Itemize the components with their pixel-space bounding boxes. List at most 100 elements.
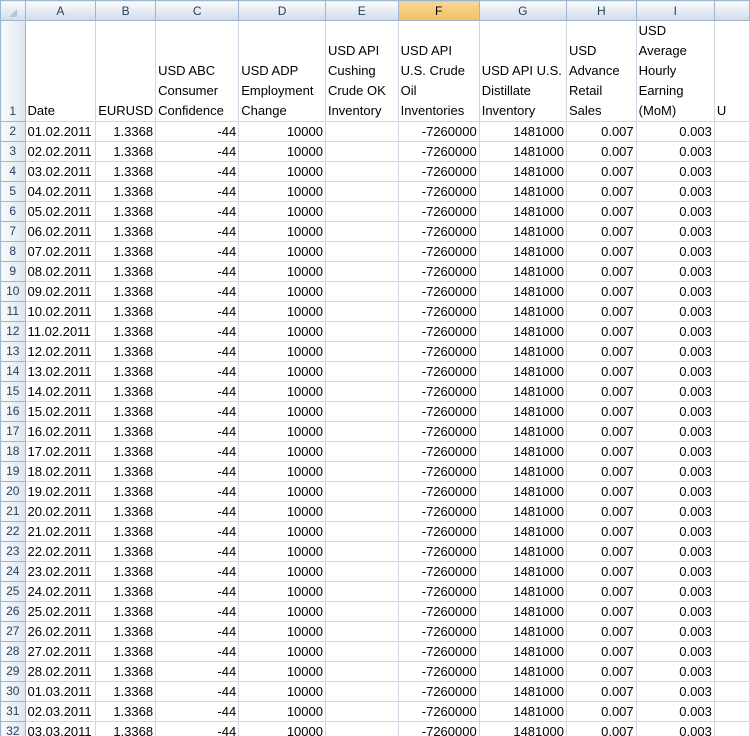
cell-E[interactable] (324, 361, 399, 382)
cell-D[interactable]: 10000 (238, 381, 326, 402)
cell-H[interactable]: 0.007 (565, 701, 637, 722)
cell-F1[interactable]: USD API U.S. Crude Oil Inventories (397, 20, 480, 122)
cell-G[interactable]: 1481000 (478, 681, 567, 702)
cell-A[interactable]: 01.03.2011 (24, 681, 97, 702)
cell-E[interactable] (324, 581, 399, 602)
cell-H[interactable]: 0.007 (565, 341, 637, 362)
cell-J[interactable] (713, 521, 750, 542)
cell-E[interactable] (324, 461, 399, 482)
cell-H[interactable]: 0.007 (565, 621, 637, 642)
column-header-C[interactable]: C (155, 0, 240, 21)
cell-D[interactable]: 10000 (238, 461, 326, 482)
cell-C[interactable]: -44 (155, 561, 240, 582)
select-all-button[interactable] (0, 0, 26, 21)
cell-A[interactable]: 04.02.2011 (24, 181, 97, 202)
cell-F[interactable]: -7260000 (397, 381, 480, 402)
cell-G[interactable]: 1481000 (478, 641, 567, 662)
cell-G[interactable]: 1481000 (478, 721, 567, 736)
cell-D[interactable]: 10000 (238, 681, 326, 702)
cell-E[interactable] (324, 321, 399, 342)
cell-B[interactable]: 1.3368 (95, 401, 157, 422)
cell-H[interactable]: 0.007 (565, 481, 637, 502)
cell-H[interactable]: 0.007 (565, 601, 637, 622)
cell-H[interactable]: 0.007 (565, 201, 637, 222)
cell-D[interactable]: 10000 (238, 721, 326, 736)
cell-J[interactable] (713, 221, 750, 242)
cell-C[interactable]: -44 (155, 501, 240, 522)
row-header[interactable]: 16 (0, 401, 26, 422)
cell-B[interactable]: 1.3368 (95, 621, 157, 642)
cell-D[interactable]: 10000 (238, 301, 326, 322)
cell-H[interactable]: 0.007 (565, 401, 637, 422)
row-header[interactable]: 10 (0, 281, 26, 302)
cell-G[interactable]: 1481000 (478, 561, 567, 582)
cell-D[interactable]: 10000 (238, 321, 326, 342)
cell-H[interactable]: 0.007 (565, 281, 637, 302)
cell-I[interactable]: 0.003 (635, 481, 715, 502)
cell-I1[interactable]: USD Average Hourly Earning (MoM) (635, 20, 715, 122)
cell-E[interactable] (324, 121, 399, 142)
cell-G[interactable]: 1481000 (478, 541, 567, 562)
cell-E[interactable] (324, 681, 399, 702)
cell-H[interactable]: 0.007 (565, 661, 637, 682)
cell-B[interactable]: 1.3368 (95, 261, 157, 282)
cell-B[interactable]: 1.3368 (95, 601, 157, 622)
cell-F[interactable]: -7260000 (397, 401, 480, 422)
cell-A[interactable]: 13.02.2011 (24, 361, 97, 382)
cell-E[interactable] (324, 481, 399, 502)
cell-A[interactable]: 18.02.2011 (24, 461, 97, 482)
cell-D[interactable]: 10000 (238, 581, 326, 602)
cell-I[interactable]: 0.003 (635, 581, 715, 602)
cell-B[interactable]: 1.3368 (95, 201, 157, 222)
row-header[interactable]: 20 (0, 481, 26, 502)
cell-D[interactable]: 10000 (238, 501, 326, 522)
column-header-I[interactable]: I (635, 0, 715, 21)
column-header-E[interactable]: E (324, 0, 399, 21)
cell-G[interactable]: 1481000 (478, 381, 567, 402)
cell-I[interactable]: 0.003 (635, 561, 715, 582)
cell-J[interactable] (713, 661, 750, 682)
cell-A[interactable]: 25.02.2011 (24, 601, 97, 622)
cell-G[interactable]: 1481000 (478, 581, 567, 602)
cell-C[interactable]: -44 (155, 401, 240, 422)
column-header-J[interactable] (713, 0, 750, 21)
cell-H[interactable]: 0.007 (565, 721, 637, 736)
cell-D[interactable]: 10000 (238, 141, 326, 162)
row-header[interactable]: 14 (0, 361, 26, 382)
cell-J[interactable] (713, 181, 750, 202)
cell-D[interactable]: 10000 (238, 161, 326, 182)
cell-G[interactable]: 1481000 (478, 221, 567, 242)
cell-E[interactable] (324, 221, 399, 242)
cell-A[interactable]: 14.02.2011 (24, 381, 97, 402)
cell-A[interactable]: 02.02.2011 (24, 141, 97, 162)
cell-C[interactable]: -44 (155, 261, 240, 282)
cell-A[interactable]: 20.02.2011 (24, 501, 97, 522)
cell-I[interactable]: 0.003 (635, 641, 715, 662)
cell-F[interactable]: -7260000 (397, 341, 480, 362)
cell-J[interactable] (713, 141, 750, 162)
cell-A[interactable]: 28.02.2011 (24, 661, 97, 682)
cell-C1[interactable]: USD ABC Consumer Confidence (155, 20, 240, 122)
cell-I[interactable]: 0.003 (635, 521, 715, 542)
cell-G[interactable]: 1481000 (478, 661, 567, 682)
cell-B[interactable]: 1.3368 (95, 561, 157, 582)
row-header[interactable]: 32 (0, 721, 26, 736)
cell-B[interactable]: 1.3368 (95, 701, 157, 722)
cell-A[interactable]: 10.02.2011 (24, 301, 97, 322)
cell-F[interactable]: -7260000 (397, 421, 480, 442)
cell-J[interactable] (713, 641, 750, 662)
cell-I[interactable]: 0.003 (635, 321, 715, 342)
cell-G[interactable]: 1481000 (478, 121, 567, 142)
cell-E[interactable] (324, 521, 399, 542)
cell-J[interactable] (713, 441, 750, 462)
row-header[interactable]: 7 (0, 221, 26, 242)
cell-A[interactable]: 02.03.2011 (24, 701, 97, 722)
cell-E1[interactable]: USD API Cushing Crude OK Inventory (324, 20, 399, 122)
cell-A[interactable]: 11.02.2011 (24, 321, 97, 342)
cell-C[interactable]: -44 (155, 661, 240, 682)
cell-I[interactable]: 0.003 (635, 141, 715, 162)
cell-F[interactable]: -7260000 (397, 181, 480, 202)
cell-F[interactable]: -7260000 (397, 641, 480, 662)
cell-I[interactable]: 0.003 (635, 661, 715, 682)
cell-F[interactable]: -7260000 (397, 661, 480, 682)
